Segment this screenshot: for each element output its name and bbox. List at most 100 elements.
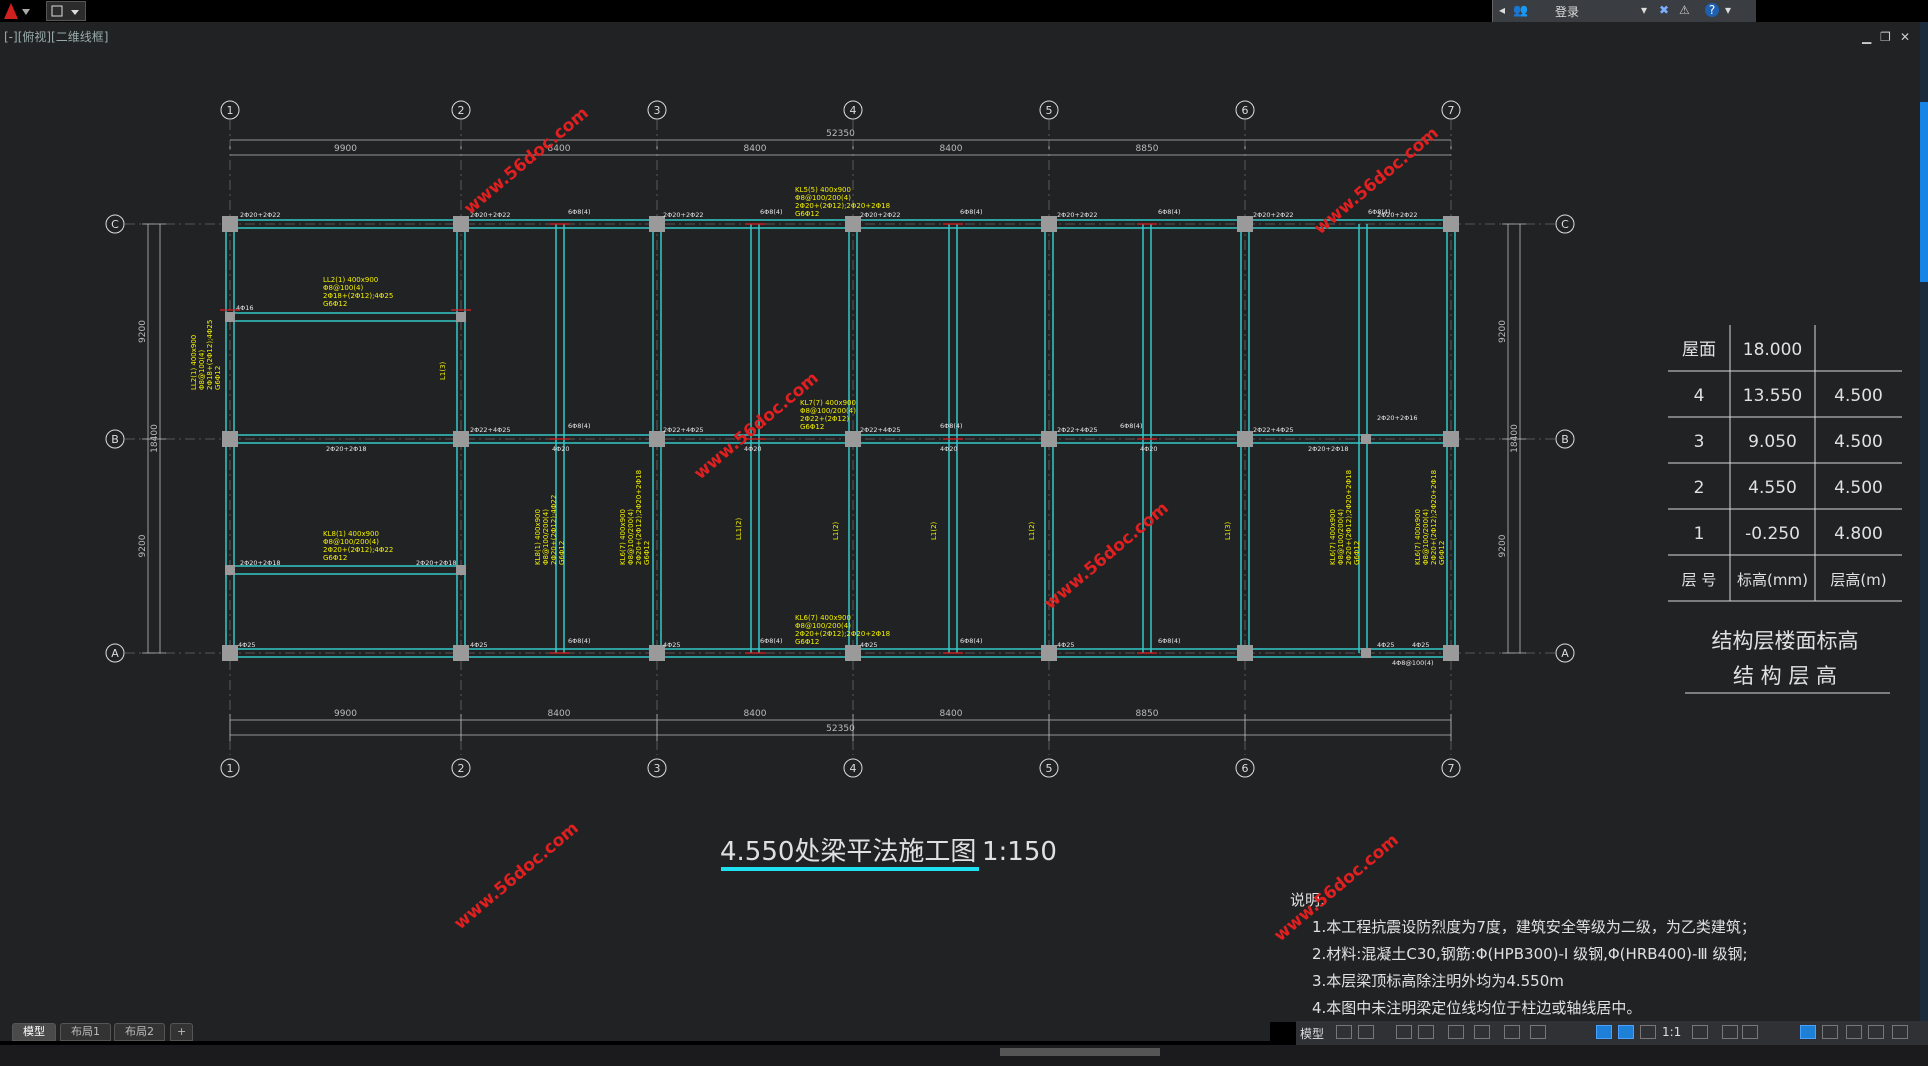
grid-icon[interactable] xyxy=(1336,1025,1352,1039)
customization-menu-icon[interactable] xyxy=(1892,1025,1908,1039)
tab-layout1[interactable]: 布局1 xyxy=(60,1023,111,1041)
minimize-icon[interactable]: ▁ xyxy=(1862,30,1871,44)
annotation-scale-icon[interactable] xyxy=(1640,1025,1656,1039)
dim-text: 8850 xyxy=(1136,144,1159,154)
svg-text:Φ8@100/200(4): Φ8@100/200(4) xyxy=(1337,509,1345,565)
column-4C xyxy=(845,216,861,232)
svg-text:G6Φ12: G6Φ12 xyxy=(558,541,566,565)
rebar-note: 4Φ25 xyxy=(1057,641,1075,649)
title-underline xyxy=(721,867,979,871)
svg-text:2Φ20+(2Φ12);4Φ22: 2Φ20+(2Φ12);4Φ22 xyxy=(550,495,558,565)
graphics-icon[interactable] xyxy=(1868,1025,1884,1039)
viewport-label[interactable]: [-][俯视][二维线框] xyxy=(4,28,108,45)
table-cell-elev: 13.550 xyxy=(1743,386,1802,406)
polar-icon[interactable] xyxy=(1418,1025,1434,1039)
column-7B xyxy=(1443,431,1459,447)
restore-icon[interactable]: ❐ xyxy=(1880,30,1891,44)
isolate-objects-icon[interactable] xyxy=(1800,1025,1816,1039)
hardware-acceleration-icon[interactable] xyxy=(1822,1025,1838,1039)
rebar-note: 4Φ8@100(4) xyxy=(1392,659,1434,667)
horizontal-scrollbar[interactable] xyxy=(0,1045,1928,1066)
help-dropdown-icon[interactable]: ▾ xyxy=(1725,3,1731,17)
rebar-note: 4Φ25 xyxy=(238,641,256,649)
rebar-note: 6Φ8(4) xyxy=(1158,637,1181,645)
rebar-note: 2Φ22+4Φ25 xyxy=(860,426,901,434)
title-bar: ◂ 👥 登录 ▾ ✖ ⚠ ? ▾ xyxy=(0,0,1928,22)
auto-scale-icon[interactable] xyxy=(1618,1025,1634,1039)
clean-screen-icon[interactable] xyxy=(1846,1025,1862,1039)
a360-icon[interactable]: ⚠ xyxy=(1679,3,1690,17)
rebar-note: 2Φ20+2Φ18 xyxy=(240,559,281,567)
dim-total-text: 52350 xyxy=(826,724,855,734)
beam-label-left-vertical: LL2(1) 400x900 Φ8@100(4) 2Φ18+(2Φ12);4Φ25 G… xyxy=(190,320,222,390)
dim-text: 9200 xyxy=(1498,534,1508,557)
workspace-gear-icon[interactable] xyxy=(1692,1025,1708,1039)
beam-mark: L1(2) xyxy=(1028,521,1036,540)
beam-mark: L1(2) xyxy=(832,521,840,540)
arrow-left-icon[interactable]: ◂ xyxy=(1499,3,1505,17)
units-icon[interactable] xyxy=(1742,1025,1758,1039)
small-column-1 xyxy=(225,312,235,322)
column-1A xyxy=(222,645,238,661)
snap-icon[interactable] xyxy=(1358,1025,1374,1039)
svg-text:Φ8@100/200(4): Φ8@100/200(4) xyxy=(795,194,851,202)
beam-plan-drawing: 9900 8400 8400 8400 8850523509900 8400 8400 840… xyxy=(105,100,1902,1017)
table-cell-height: 4.500 xyxy=(1834,432,1883,452)
axis-bubble-top-5: 5 xyxy=(1039,100,1059,120)
axis-bubble-bottom-2: 2 xyxy=(451,758,471,778)
axis-bubble-top-1: 1 xyxy=(220,100,240,120)
rebar-note: 2Φ20+2Φ16 xyxy=(1377,414,1418,422)
close-icon[interactable]: ✕ xyxy=(1900,30,1910,44)
quick-access-toolbar[interactable] xyxy=(46,1,86,21)
vertical-scrollbar[interactable] xyxy=(1920,22,1928,1022)
rebar-note: 4Φ16 xyxy=(236,304,254,312)
selection-cycling-icon[interactable] xyxy=(1530,1025,1546,1039)
rebar-note: 6Φ8(4) xyxy=(1368,208,1391,216)
column-5A xyxy=(1041,645,1057,661)
user-icon[interactable]: 👥 xyxy=(1513,3,1528,17)
transparency-icon[interactable] xyxy=(1504,1025,1520,1039)
dim-text: 9200 xyxy=(138,320,148,343)
small-column-5 xyxy=(1361,434,1371,444)
axis-bubble-right-B: B xyxy=(1555,429,1575,449)
svg-text:G6Φ12: G6Φ12 xyxy=(643,541,651,565)
beam-label-col6-vertical: KL6(7) 400x900 Φ8@100/200(4) 2Φ20+(2Φ12);2… xyxy=(1329,470,1361,565)
column-1B xyxy=(222,431,238,447)
chevron-down-icon[interactable]: ▾ xyxy=(1641,3,1647,17)
rebar-note: 2Φ22+4Φ25 xyxy=(1253,426,1294,434)
lineweight-icon[interactable] xyxy=(1474,1025,1490,1039)
scroll-thumb[interactable] xyxy=(1920,102,1928,282)
help-icon[interactable]: ? xyxy=(1705,3,1719,17)
column-7C xyxy=(1443,216,1459,232)
osnap-icon[interactable] xyxy=(1448,1025,1464,1039)
svg-text:5: 5 xyxy=(1046,104,1053,117)
axis-bubble-top-4: 4 xyxy=(843,100,863,120)
model-space-button[interactable]: 模型 xyxy=(1300,1025,1324,1042)
axis-bubble-top-6: 6 xyxy=(1235,100,1255,120)
svg-text:G6Φ12: G6Φ12 xyxy=(214,366,222,390)
column-6B xyxy=(1237,431,1253,447)
column-5B xyxy=(1041,431,1057,447)
plus-icon[interactable] xyxy=(1722,1025,1738,1039)
dim-text: 8400 xyxy=(940,709,963,719)
login-link[interactable]: 登录 xyxy=(1555,3,1579,20)
table-cell-floor: 屋面 xyxy=(1682,340,1716,360)
add-layout-button[interactable]: + xyxy=(170,1023,194,1041)
ortho-icon[interactable] xyxy=(1396,1025,1412,1039)
tab-model[interactable]: 模型 xyxy=(12,1023,56,1041)
app-logo-icon[interactable] xyxy=(2,1,38,21)
exchange-icon[interactable]: ✖ xyxy=(1659,3,1669,17)
svg-text:KL8(1) 400x900: KL8(1) 400x900 xyxy=(323,530,379,538)
svg-text:KL8(1) 400x900: KL8(1) 400x900 xyxy=(534,509,542,565)
annotation-visibility-icon[interactable] xyxy=(1596,1025,1612,1039)
drawing-canvas[interactable]: 9900 8400 8400 8400 8850 52350 9900 8400 8400 840… xyxy=(0,22,1920,1022)
hscroll-thumb[interactable] xyxy=(1000,1048,1160,1056)
axis-bubble-right-C: C xyxy=(1555,214,1575,234)
dim-text: 9200 xyxy=(1498,320,1508,343)
tab-layout2[interactable]: 布局2 xyxy=(114,1023,165,1041)
scale-dropdown[interactable]: 1:1 xyxy=(1662,1025,1681,1039)
watermark-5: www.56doc.com xyxy=(450,818,582,934)
rebar-note: 2Φ20+2Φ22 xyxy=(1253,211,1294,219)
rebar-note: 2Φ22+4Φ25 xyxy=(1057,426,1098,434)
axis-bubble-bottom-4: 4 xyxy=(843,758,863,778)
